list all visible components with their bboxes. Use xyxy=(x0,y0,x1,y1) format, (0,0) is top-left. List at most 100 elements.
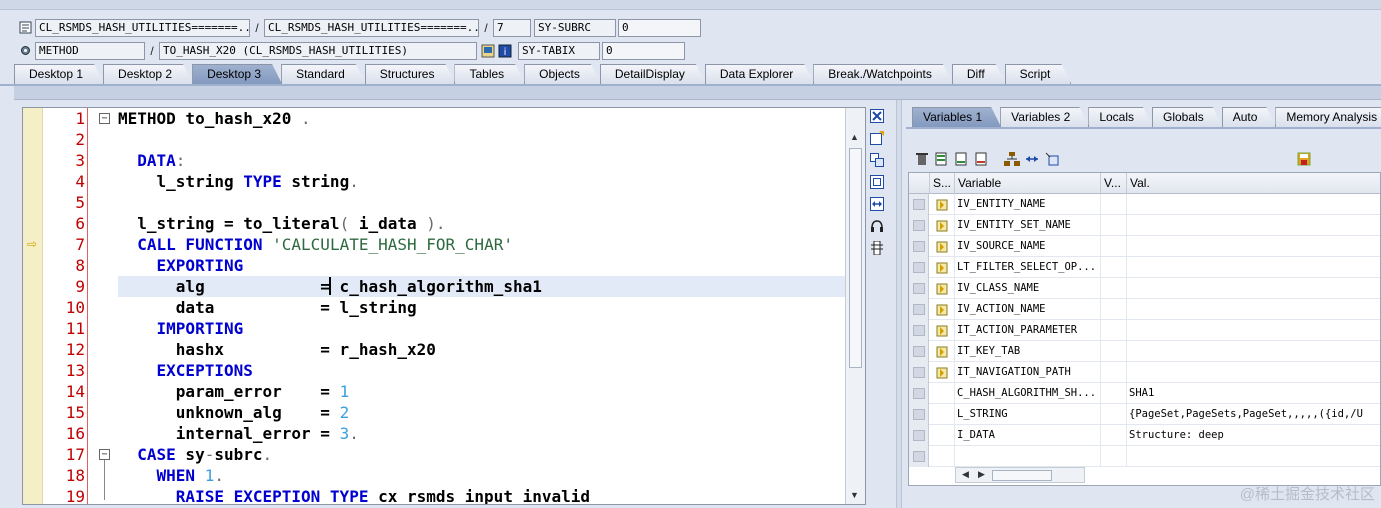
variable-value[interactable] xyxy=(1127,236,1380,257)
column-header-v[interactable]: V... xyxy=(1101,173,1127,194)
variable-name[interactable]: IT_KEY_TAB xyxy=(955,341,1101,362)
code-line[interactable]: METHOD to_hash_x20 . xyxy=(118,108,311,129)
variable-row[interactable]: IV_ENTITY_NAME xyxy=(909,194,1380,215)
tab-standard[interactable]: Standard xyxy=(281,64,366,84)
code-line[interactable]: WHEN 1. xyxy=(118,465,224,486)
variable-value[interactable] xyxy=(1127,446,1380,467)
display-source-icon[interactable] xyxy=(481,44,495,58)
variable-row[interactable]: IT_KEY_TAB xyxy=(909,341,1380,362)
variable-row[interactable]: IV_CLASS_NAME xyxy=(909,278,1380,299)
tab-memory-analysis[interactable]: Memory Analysis xyxy=(1275,107,1381,127)
code-line[interactable]: CASE sy-subrc. xyxy=(118,444,272,465)
sysfield-value-2[interactable]: 0 xyxy=(602,41,685,60)
variable-row[interactable]: IT_ACTION_PARAMETER xyxy=(909,320,1380,341)
code-area[interactable]: METHOD to_hash_x20 . DATA: l_string TYPE… xyxy=(118,108,847,504)
grid-scroll-thumb[interactable] xyxy=(992,470,1052,481)
variable-name[interactable]: IV_CLASS_NAME xyxy=(955,278,1101,299)
variable-value[interactable] xyxy=(1127,320,1380,341)
variable-name[interactable]: IV_ENTITY_SET_NAME xyxy=(955,215,1101,236)
variable-row[interactable]: IV_SOURCE_NAME xyxy=(909,236,1380,257)
code-line[interactable]: unknown_alg = 2 xyxy=(118,402,349,423)
swap-tool-icon[interactable] xyxy=(868,151,886,169)
editor-vertical-scrollbar[interactable]: ▲ ▼ xyxy=(845,108,865,504)
line-field[interactable]: 7 xyxy=(493,18,531,37)
sysfield-name-1[interactable]: SY-SUBRC xyxy=(534,18,616,37)
row-selector[interactable] xyxy=(909,194,929,215)
code-line[interactable]: data = l_string xyxy=(118,297,417,318)
variable-value[interactable] xyxy=(1127,362,1380,383)
tab-globals[interactable]: Globals xyxy=(1152,107,1223,127)
row-selector[interactable] xyxy=(909,278,929,299)
variable-name[interactable]: IV_ACTION_NAME xyxy=(955,299,1101,320)
event-type-field[interactable]: METHOD xyxy=(35,41,145,60)
tab-desktop-2[interactable]: Desktop 2 xyxy=(103,64,193,84)
variable-name[interactable]: IV_SOURCE_NAME xyxy=(955,236,1101,257)
code-line[interactable]: RAISE EXCEPTION TYPE cx_rsmds_input_inva… xyxy=(118,486,590,504)
variable-value[interactable]: SHA1 xyxy=(1127,383,1380,404)
variable-value[interactable] xyxy=(1127,257,1380,278)
code-line[interactable]: EXPORTING xyxy=(118,255,244,276)
include-field[interactable]: CL_RSMDS_HASH_UTILITIES=======... xyxy=(264,18,479,37)
row-selector[interactable] xyxy=(909,236,929,257)
tab-variables-2[interactable]: Variables 2 xyxy=(1000,107,1089,127)
variable-value[interactable] xyxy=(1127,299,1380,320)
tab-locals[interactable]: Locals xyxy=(1088,107,1153,127)
layout-icon[interactable] xyxy=(1042,151,1062,167)
variable-name[interactable]: I_DATA xyxy=(955,425,1101,446)
column-header-value[interactable]: Val. xyxy=(1127,173,1380,194)
tab-objects[interactable]: Objects xyxy=(524,64,601,84)
variable-value[interactable]: Structure: deep xyxy=(1127,425,1380,446)
row-selector[interactable] xyxy=(909,425,929,446)
row-selector[interactable] xyxy=(909,404,929,425)
scroll-up-icon[interactable]: ▲ xyxy=(850,132,859,142)
variable-name[interactable]: IV_ENTITY_NAME xyxy=(955,194,1101,215)
source-editor[interactable]: ⇨ 1 2 3 4 5 6 7 8 9 10 11 12 13 14 15 16 17 18 19 − − METHO… xyxy=(22,107,866,505)
scroll-down-icon[interactable]: ▼ xyxy=(850,490,859,500)
tab-detaildisplay[interactable]: DetailDisplay xyxy=(600,64,706,84)
row-selector[interactable] xyxy=(909,215,929,236)
transfer-icon[interactable] xyxy=(1022,151,1042,167)
sysfield-value-1[interactable]: 0 xyxy=(618,18,701,37)
code-line[interactable]: CALL FUNCTION 'CALCULATE_HASH_FOR_CHAR' xyxy=(118,234,513,255)
variable-name[interactable]: IT_ACTION_PARAMETER xyxy=(955,320,1101,341)
variable-name[interactable]: IT_NAVIGATION_PATH xyxy=(955,362,1101,383)
debugger-settings-icon[interactable] xyxy=(868,239,886,257)
tab-desktop-1[interactable]: Desktop 1 xyxy=(14,64,104,84)
new-window-icon[interactable] xyxy=(868,129,886,147)
sysfield-name-2[interactable]: SY-TABIX xyxy=(518,41,600,60)
variable-row[interactable]: IV_ENTITY_SET_NAME xyxy=(909,215,1380,236)
row-selector[interactable] xyxy=(909,362,929,383)
row-selector[interactable] xyxy=(909,257,929,278)
tab-structures[interactable]: Structures xyxy=(365,64,456,84)
variable-value[interactable] xyxy=(1127,341,1380,362)
tab-tables[interactable]: Tables xyxy=(454,64,525,84)
hierarchy-icon[interactable] xyxy=(1002,151,1022,167)
variable-row[interactable]: L_STRING {PageSet,PageSets,PageSet,,,,,({… xyxy=(909,404,1380,425)
save-icon[interactable] xyxy=(1294,151,1314,167)
tab-data-explorer[interactable]: Data Explorer xyxy=(705,64,814,84)
code-line[interactable]: internal_error = 3. xyxy=(118,423,359,444)
tab-break-watchpoints[interactable]: Break./Watchpoints xyxy=(813,64,953,84)
code-line[interactable]: l_string TYPE string. xyxy=(118,171,359,192)
tab-desktop-3[interactable]: Desktop 3 xyxy=(192,64,282,84)
append-row-icon[interactable] xyxy=(952,151,972,167)
scroll-right-icon[interactable]: ▶ xyxy=(978,469,985,480)
code-line[interactable]: EXCEPTIONS xyxy=(118,360,253,381)
tab-diff[interactable]: Diff xyxy=(952,64,1006,84)
variable-row[interactable]: IV_ACTION_NAME xyxy=(909,299,1380,320)
remove-row-icon[interactable] xyxy=(972,151,992,167)
program-field[interactable]: CL_RSMDS_HASH_UTILITIES=======... xyxy=(35,18,250,37)
variable-row[interactable] xyxy=(909,446,1380,467)
close-icon[interactable] xyxy=(868,107,886,125)
resize-horizontal-icon[interactable] xyxy=(868,195,886,213)
variable-row[interactable]: LT_FILTER_SELECT_OP... xyxy=(909,257,1380,278)
panel-splitter[interactable] xyxy=(896,100,902,508)
info-icon[interactable]: i xyxy=(498,44,512,58)
code-line[interactable]: hashx = r_hash_x20 xyxy=(118,339,436,360)
breakpoint-gutter[interactable]: ⇨ xyxy=(23,108,43,504)
tab-variables-1[interactable]: Variables 1 xyxy=(912,107,1001,127)
variable-value[interactable] xyxy=(1127,194,1380,215)
variable-row[interactable]: IT_NAVIGATION_PATH xyxy=(909,362,1380,383)
row-selector[interactable] xyxy=(909,446,929,467)
insert-row-icon[interactable] xyxy=(932,151,952,167)
